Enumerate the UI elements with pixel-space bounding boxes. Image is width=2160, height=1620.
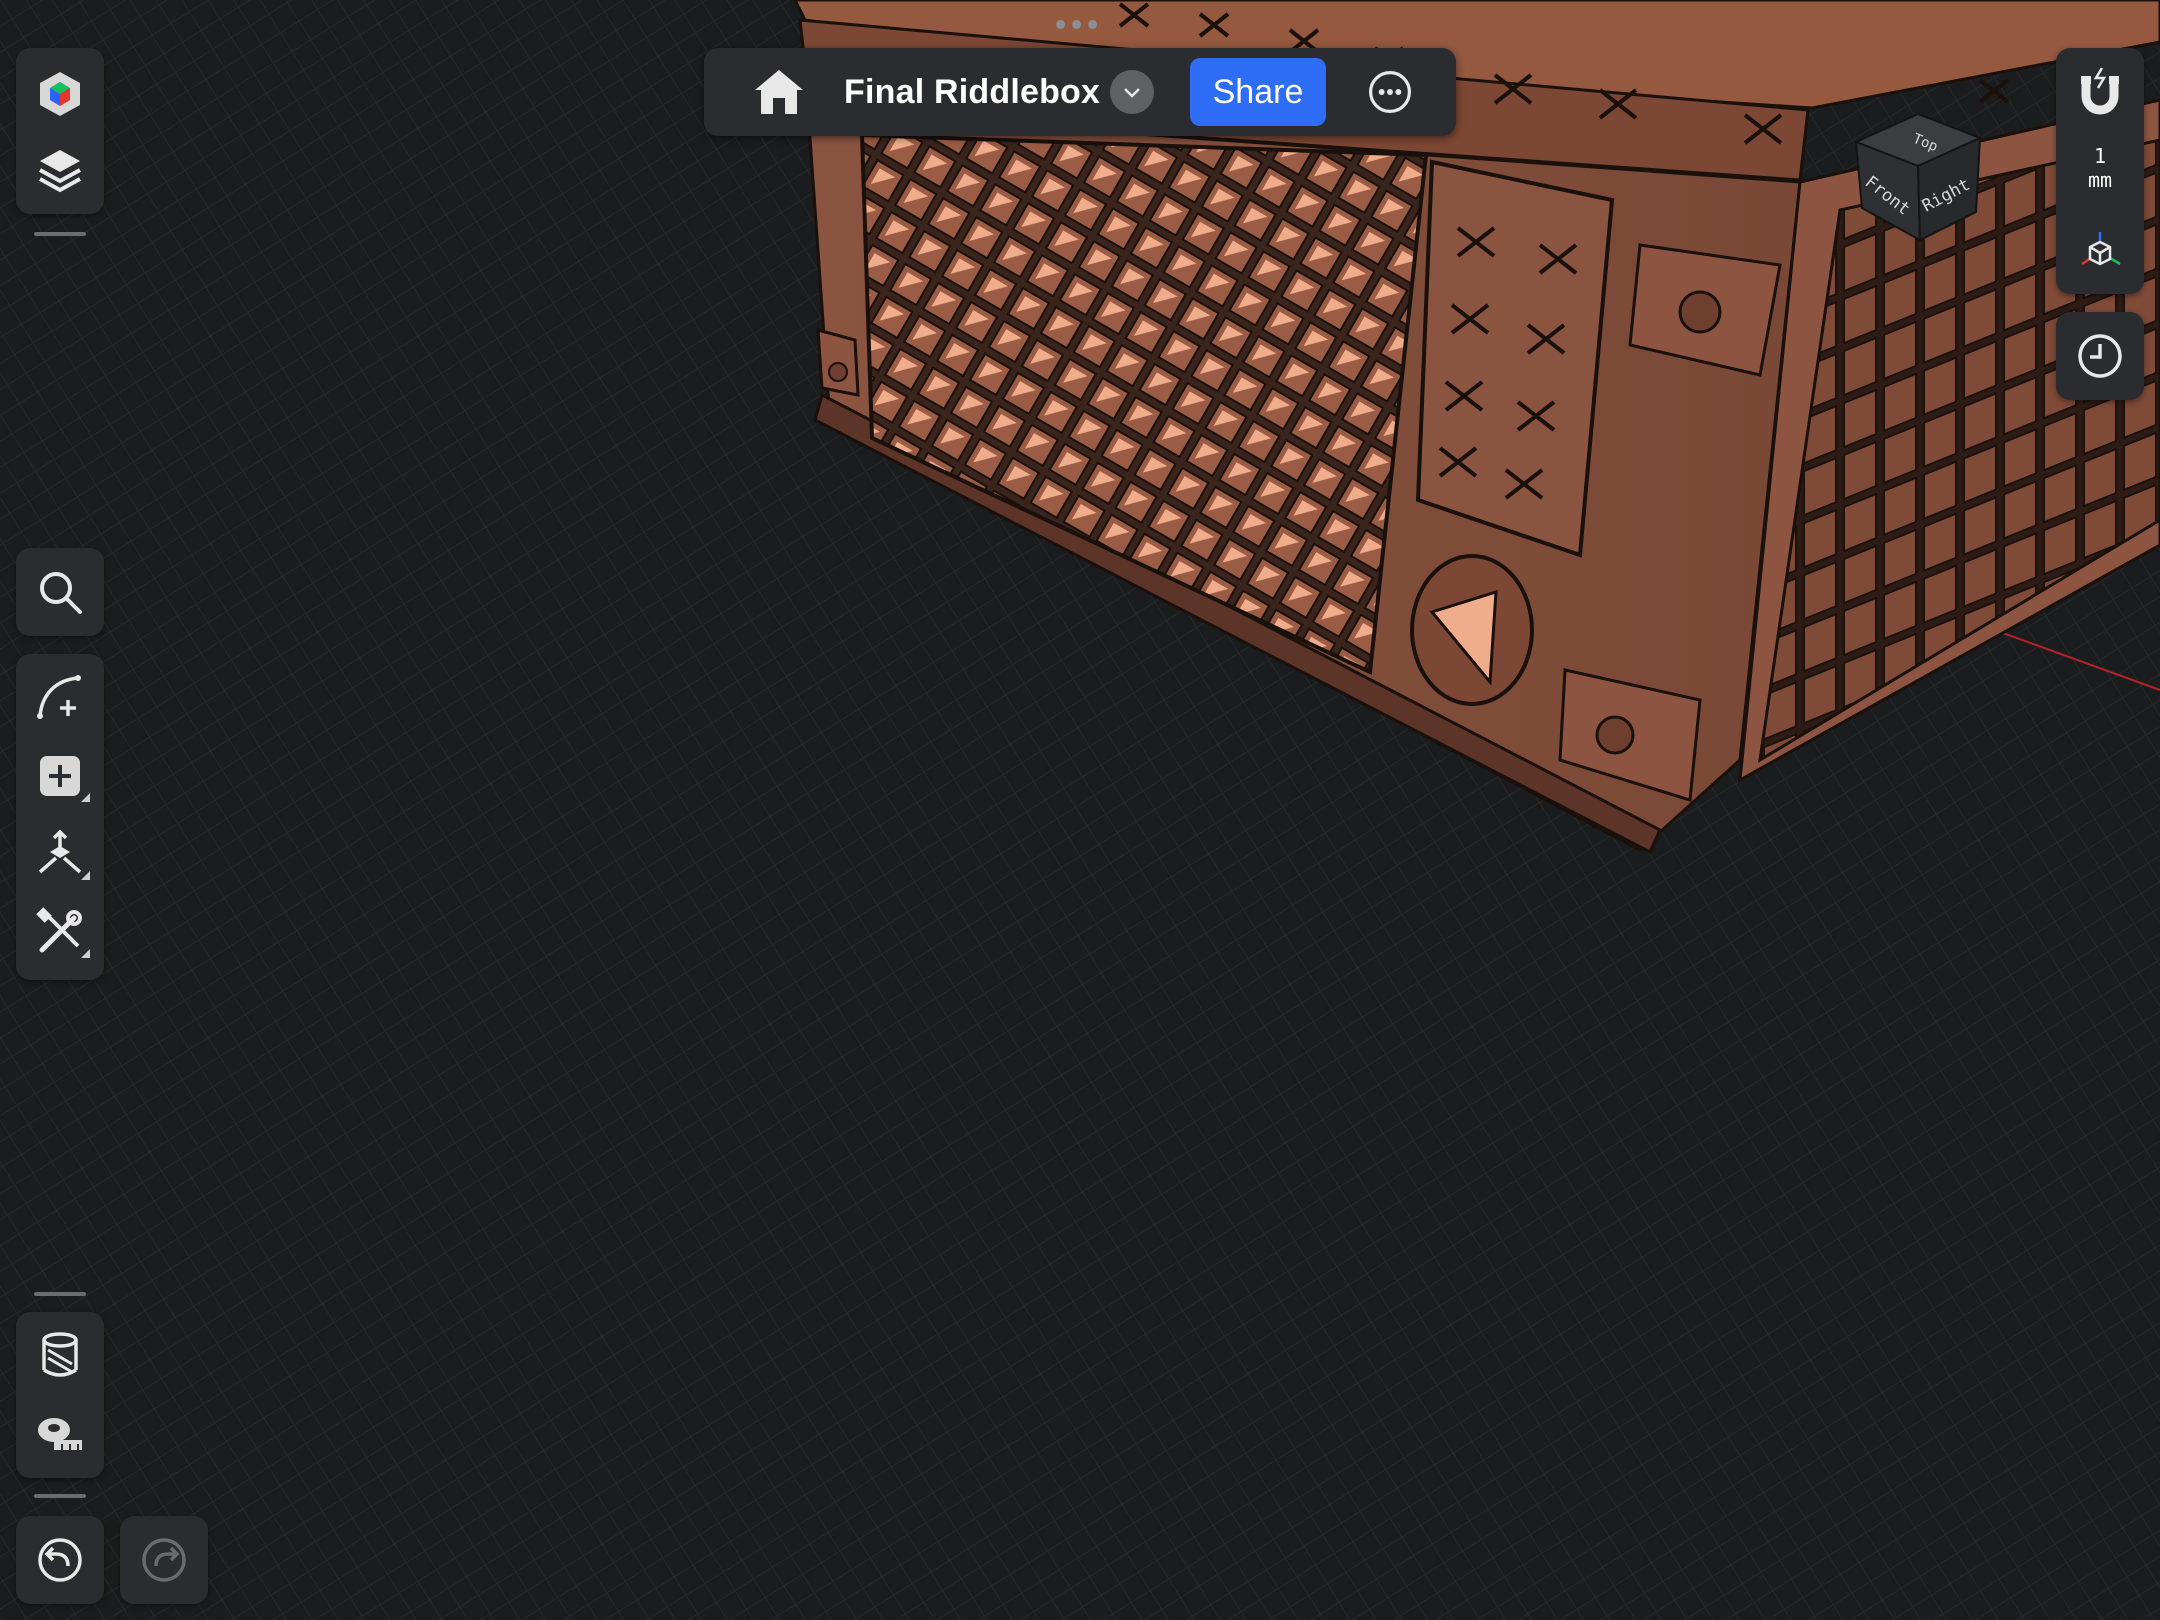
section-view-button[interactable]: [16, 1320, 104, 1392]
ellipsis-icon: [1369, 71, 1411, 113]
left-tools-group: [16, 654, 104, 980]
more-options-button[interactable]: [1364, 66, 1416, 118]
undo-icon: [38, 1538, 82, 1582]
measure-icon: [38, 1418, 82, 1450]
sketch-icon: [37, 675, 81, 719]
tools-button[interactable]: [16, 896, 104, 968]
layers-button[interactable]: [16, 134, 104, 206]
left-separator-bottom: [34, 1292, 86, 1296]
redo-icon: [142, 1538, 186, 1582]
transform-icon: [38, 829, 82, 874]
add-primitive-button[interactable]: [16, 740, 104, 812]
home-button[interactable]: [744, 62, 814, 122]
share-button[interactable]: Share: [1190, 58, 1326, 126]
view-cube[interactable]: Top Front Right: [1848, 108, 1988, 248]
layers-icon: [39, 150, 81, 193]
3d-viewport[interactable]: [0, 0, 2160, 1620]
view-orientation-button[interactable]: [2056, 216, 2144, 288]
magnet-icon: [2081, 67, 2119, 115]
redo-button[interactable]: [120, 1516, 208, 1604]
redo-icon-wrap: [120, 1524, 208, 1596]
home-icon: [755, 70, 803, 114]
search-button[interactable]: [16, 556, 104, 628]
grid-unit-value: 1: [2093, 144, 2107, 168]
drag-handle[interactable]: [1056, 16, 1104, 34]
history-button[interactable]: [2056, 312, 2144, 400]
document-title[interactable]: Final Riddlebox: [844, 48, 1100, 136]
submenu-indicator: [81, 949, 90, 958]
add-primitive-icon: [40, 756, 80, 796]
appearance-button[interactable]: [16, 58, 104, 130]
submenu-indicator: [81, 793, 90, 802]
document-toolbar: Final Riddlebox Share: [704, 48, 1456, 136]
tools-icon: [36, 907, 82, 953]
undo-icon-wrap: [16, 1524, 104, 1596]
left-bottom-group: [16, 1312, 104, 1478]
grid-unit-label: mm: [2087, 168, 2113, 192]
clock-icon: [2078, 334, 2122, 378]
appearance-icon: [40, 72, 80, 116]
search-icon: [40, 572, 82, 614]
undo-button[interactable]: [16, 1516, 104, 1604]
document-menu-button[interactable]: [1110, 70, 1154, 114]
left-separator-history: [34, 1494, 86, 1498]
left-search-group: [16, 548, 104, 636]
left-separator-top: [34, 232, 86, 236]
right-tool-group: 1 mm: [2056, 48, 2144, 294]
history-icon-wrap: [2056, 320, 2144, 392]
left-top-group: [16, 48, 104, 214]
submenu-indicator: [81, 871, 90, 880]
transform-button[interactable]: [16, 818, 104, 890]
chevron-down-icon: [1124, 88, 1140, 98]
snap-button[interactable]: [2056, 56, 2144, 128]
grid-unit-button[interactable]: 1 mm: [2056, 144, 2144, 214]
measure-button[interactable]: [16, 1398, 104, 1470]
sketch-button[interactable]: [16, 662, 104, 734]
section-view-icon: [42, 1332, 78, 1377]
axis-cube-icon: [2081, 232, 2121, 266]
